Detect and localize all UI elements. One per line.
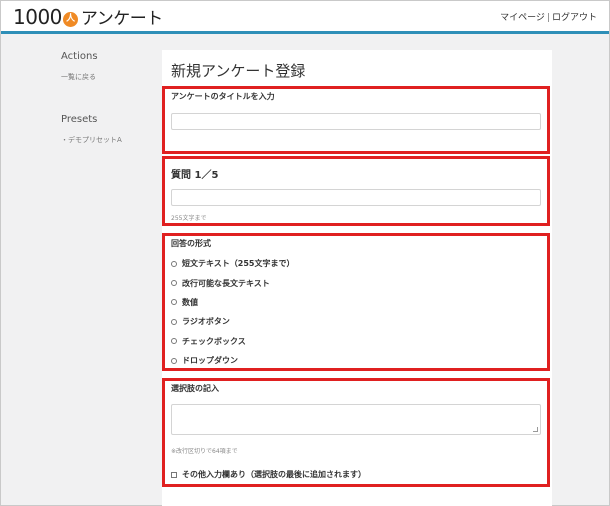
back-to-list-link[interactable]: 一覧に戻る [61,72,151,82]
actions-heading: Actions [61,51,98,62]
highlight-box-choices [162,378,550,487]
highlight-box-question [162,156,550,226]
highlight-box-answer-format [162,233,550,371]
mypage-link[interactable]: マイページ [500,13,545,23]
logo-number: 1000 [13,4,62,29]
preset-item-demo-a[interactable]: ・デモプリセットA [61,135,151,145]
presets-heading: Presets [61,114,98,125]
logo-person-icon: 人 [62,12,78,27]
page-title: 新規アンケート登録 [171,62,306,80]
app-header: 1000 人 アンケート マイページ | ログアウト [1,1,609,34]
logo[interactable]: 1000 人 アンケート [13,4,163,30]
logo-word: アンケート [80,9,163,29]
sidebar: Actions 一覧に戻る Presets ・デモプリセットA [61,51,151,145]
header-nav: マイページ | ログアウト [500,10,597,23]
highlight-box-title [162,86,550,154]
logout-link[interactable]: ログアウト [552,13,597,23]
nav-separator: | [546,13,550,23]
